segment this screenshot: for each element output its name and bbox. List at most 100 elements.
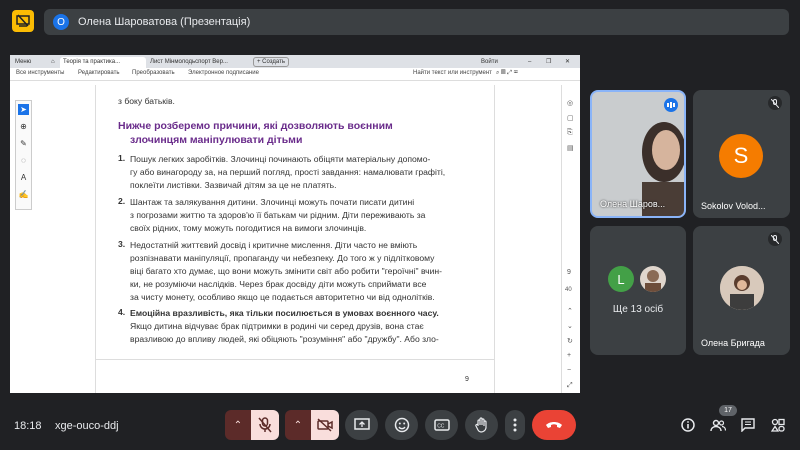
shared-screen: Меню ⌂ Теорія та практика... Лист Мінмол… — [10, 55, 580, 393]
rail-down-icon[interactable]: ⌄ — [567, 322, 573, 330]
present-icon — [353, 418, 370, 430]
home-icon[interactable]: ⌂ — [48, 57, 58, 68]
svg-text:CC: CC — [437, 424, 445, 430]
doc-heading-line1: Нижче розберемо причини, які дозволяють … — [118, 120, 393, 132]
presenter-avatar: О — [53, 14, 69, 30]
participant-name: Олена Бригада — [701, 338, 765, 348]
rail-zoom-in-icon[interactable]: + — [567, 352, 571, 359]
mic-options-button[interactable]: ⌃ — [225, 410, 251, 440]
pdf-toolbar: Все инструменты Редактировать Преобразов… — [10, 68, 580, 81]
participant-count-badge: 17 — [719, 405, 737, 416]
end-call-button[interactable] — [532, 410, 576, 440]
signature-icon[interactable]: ✍ — [18, 189, 29, 200]
pen-icon[interactable]: ✎ — [18, 138, 29, 149]
meeting-code: xge-ouco-ddj — [55, 420, 119, 432]
raise-hand-button[interactable] — [465, 410, 498, 440]
tab-active[interactable]: Теорія та практика... — [60, 57, 146, 68]
page-edge-right — [494, 85, 495, 393]
participant-tile-1[interactable]: Олена Шаров... — [590, 90, 686, 218]
toolbar-edit[interactable]: Редактировать — [78, 70, 119, 76]
captions-icon: CC — [433, 419, 450, 431]
mic-toggle-button[interactable] — [251, 410, 279, 440]
participant-tile-4[interactable]: Олена Бригада — [693, 226, 790, 355]
rail-fit-icon[interactable]: ⤢ — [567, 382, 573, 390]
people-button[interactable] — [709, 416, 727, 434]
item-number: 4. — [118, 307, 126, 317]
toolbar-icons[interactable]: ⌕ ▤ ⤢ ✉ — [496, 70, 518, 77]
item-2-line: своїх рідних, тому можуть погодитися на … — [130, 223, 367, 233]
presentation-icon[interactable] — [12, 10, 34, 32]
reactions-button[interactable] — [385, 410, 418, 440]
participant-name: Sokolov Volod... — [701, 201, 766, 211]
chevron-up-icon: ⌃ — [293, 419, 303, 431]
item-3-line: Недостатній життєвий досвід і критичне м… — [130, 240, 418, 250]
page-current[interactable]: 9 — [567, 269, 571, 276]
toolbar-convert[interactable]: Преобразовать — [132, 70, 175, 76]
more-participants-label: Ще 13 осіб — [612, 304, 664, 315]
item-1-line: Пошук легких заробітків. Злочинці почина… — [130, 154, 431, 164]
item-3-line: ки, не розуміючи наслідків. Через брак д… — [130, 279, 427, 289]
toolbar-search[interactable]: Найти текст или инструмент — [413, 70, 492, 76]
activities-icon — [771, 418, 785, 432]
item-number: 2. — [118, 196, 126, 206]
item-1-line: гу або винагороду за, на перший погляд, … — [130, 167, 446, 177]
rail-pages-icon[interactable]: ▤ — [567, 144, 574, 152]
rail-copy-icon[interactable]: ⎘ — [567, 129, 573, 137]
minimize-icon[interactable]: – — [525, 57, 534, 68]
presenter-bar[interactable]: О Олена Шароватова (Презентація) — [44, 9, 789, 35]
item-number: 1. — [118, 153, 126, 163]
item-1-line: поклеїти листівки. Зазвичай дітям за це … — [130, 180, 337, 190]
avatar — [720, 266, 764, 310]
camera-options-button[interactable]: ⌃ — [285, 410, 311, 440]
more-participants-tile[interactable]: L Ще 13 осіб — [590, 226, 686, 355]
camera-toggle-button[interactable] — [311, 410, 339, 440]
chat-icon — [741, 418, 755, 432]
speaking-indicator-icon — [664, 98, 678, 112]
mic-off-icon — [768, 232, 782, 246]
rail-comment-icon[interactable]: ◎ — [567, 99, 573, 107]
text-box-icon[interactable]: A — [18, 172, 29, 183]
item-3-line: віці багато хто думає, що вони можуть зм… — [130, 266, 443, 276]
close-icon[interactable]: ✕ — [562, 57, 573, 68]
rail-zoom-out-icon[interactable]: − — [567, 367, 571, 374]
present-screen-button[interactable] — [345, 410, 378, 440]
rail-refresh-icon[interactable]: ↻ — [567, 337, 573, 345]
item-3-line: за чисту монету, особливо якщо це подаєт… — [130, 292, 435, 302]
item-4-line: вразливою до впливу людей, які обіцяють … — [130, 334, 439, 344]
browser-menu[interactable]: Меню — [12, 57, 34, 68]
avatar — [640, 266, 666, 292]
pdf-right-rail: ◎ ▢ ⎘ ▤ 9 40 ⌃ ⌄ ↻ + − ⤢ — [561, 85, 580, 393]
toolbar-sign[interactable]: Электронное подписание — [188, 70, 259, 76]
new-tab-button[interactable]: + Создать — [253, 57, 289, 67]
mic-off-icon — [258, 417, 272, 433]
rail-up-icon[interactable]: ⌃ — [567, 307, 573, 315]
chevron-up-icon: ⌃ — [233, 419, 243, 431]
rail-bookmark-icon[interactable]: ▢ — [567, 114, 574, 122]
mic-off-icon — [768, 96, 782, 110]
meeting-info-button[interactable] — [679, 416, 697, 434]
cursor-icon[interactable]: ➤ — [18, 104, 29, 115]
emoji-icon — [394, 417, 409, 433]
doc-fragment: з боку батьків. — [118, 96, 175, 106]
tab-second[interactable]: Лист Мінмолодьспорт Вер... — [147, 57, 253, 68]
participant-tile-2[interactable]: S Sokolov Volod... — [693, 90, 790, 218]
camera-off-icon — [317, 418, 333, 432]
page-edge-left — [95, 85, 96, 393]
hang-up-icon — [546, 422, 562, 428]
zoom-icon[interactable]: ⊕ — [18, 121, 29, 132]
pdf-left-tools: ➤ ⊕ ✎ ◌ A ✍ — [15, 100, 32, 210]
captions-button[interactable]: CC — [425, 410, 458, 440]
item-4-line: Якщо дитина відчуває брак підтримки в ро… — [130, 321, 424, 331]
people-icon — [710, 419, 726, 431]
restore-icon[interactable]: ❐ — [543, 57, 554, 68]
more-options-button[interactable] — [505, 410, 525, 440]
item-2-line: Шантаж та залякування дитини. Злочинці м… — [130, 197, 415, 207]
lasso-icon[interactable]: ◌ — [18, 155, 29, 166]
login-link[interactable]: Войти — [478, 57, 501, 68]
browser-tab-strip: Меню ⌂ Теорія та практика... Лист Мінмол… — [10, 55, 580, 68]
activities-button[interactable] — [769, 416, 787, 434]
chat-button[interactable] — [739, 416, 757, 434]
hand-icon — [474, 417, 487, 433]
info-icon — [681, 418, 695, 432]
toolbar-all-tools[interactable]: Все инструменты — [16, 70, 64, 76]
